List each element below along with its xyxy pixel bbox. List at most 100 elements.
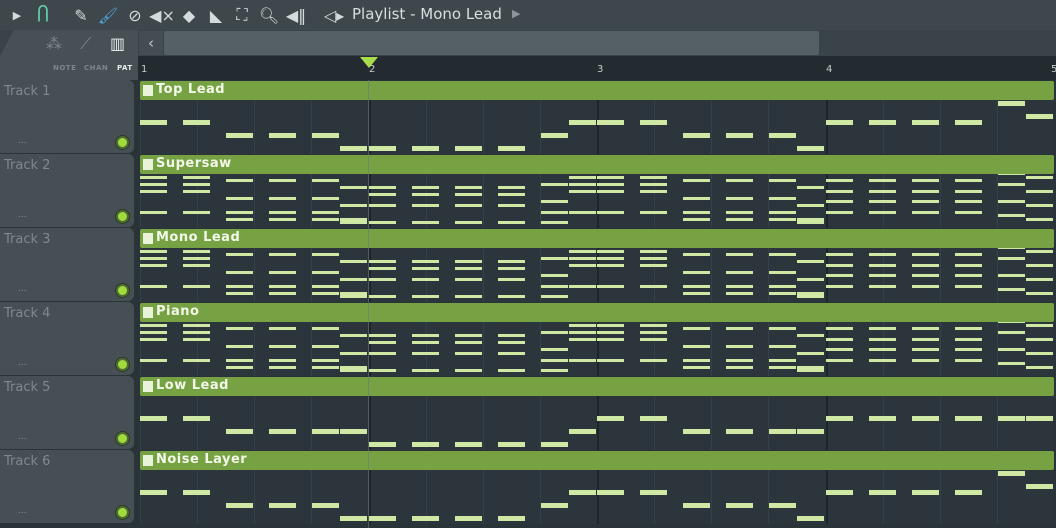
note [454, 351, 482, 355]
playhead-marker[interactable] [360, 57, 378, 68]
clip-name: Mono Lead [156, 230, 241, 245]
pattern-clip-header[interactable]: Low Lead [140, 377, 1054, 396]
track-menu-dots[interactable]: ... [18, 210, 27, 220]
grid-line [711, 248, 713, 302]
pattern-clip-header[interactable]: Top Lead [140, 81, 1054, 100]
track-menu-dots[interactable]: ... [18, 506, 27, 516]
note [140, 337, 167, 341]
track-header[interactable]: Track 6... [0, 450, 134, 523]
track-header[interactable]: Track 3... [0, 228, 134, 301]
note [140, 175, 167, 179]
note [597, 284, 624, 288]
note [568, 358, 596, 362]
mute-icon[interactable]: ◀× [149, 4, 175, 26]
track-header[interactable]: Track 2... [0, 154, 134, 227]
note [183, 256, 210, 260]
delete-icon[interactable]: ⊘ [124, 4, 146, 26]
note [140, 416, 167, 421]
note [954, 348, 982, 351]
track-menu-dots[interactable]: ... [18, 284, 27, 294]
note [497, 146, 525, 151]
note [997, 362, 1025, 365]
note [312, 327, 339, 330]
grid-line [197, 470, 199, 524]
note [340, 221, 367, 224]
pattern-clip-notes[interactable] [140, 100, 1054, 154]
note [825, 200, 853, 203]
track-enable-led[interactable] [116, 210, 129, 223]
horizontal-scrollbar[interactable] [164, 31, 819, 55]
pattern-clip-notes[interactable] [140, 174, 1054, 228]
track-header[interactable]: Track 1... [0, 80, 134, 153]
note [911, 120, 939, 125]
slice-icon[interactable]: ◣ [205, 4, 227, 26]
note [726, 291, 753, 295]
note [769, 253, 796, 256]
note [825, 263, 853, 267]
pencil-icon[interactable]: ✎ [70, 4, 92, 26]
tab-chan[interactable]: CHAN [84, 64, 108, 72]
track-enable-led[interactable] [116, 358, 129, 371]
pattern-clip-header[interactable]: Noise Layer [140, 451, 1054, 470]
note [340, 516, 367, 521]
pattern-clip-header[interactable]: Piano [140, 303, 1054, 322]
track-enable-led[interactable] [116, 432, 129, 445]
note [454, 260, 482, 263]
toolbar: ▶ Ⴖ ✎ 🖌 ⊘ ◀× ◆ ◣ ⛶ 🔍︎ ◀‖ ◁▸ Playlist - M… [0, 0, 1056, 30]
note [825, 210, 853, 214]
note [340, 277, 367, 281]
title-menu-arrow-icon[interactable]: ▶ [512, 7, 520, 20]
note [726, 253, 753, 256]
paint-brush-icon[interactable]: 🖌 [97, 4, 119, 26]
note [954, 490, 982, 495]
track-enable-led[interactable] [116, 284, 129, 297]
note [640, 337, 667, 341]
note [597, 323, 624, 327]
playback-icon[interactable]: ◀‖ [285, 4, 307, 26]
magnet-snap-icon[interactable]: Ⴖ [32, 4, 54, 26]
note [312, 196, 339, 200]
scroll-left-button[interactable]: ‹ [139, 31, 163, 55]
note [797, 334, 824, 337]
note [226, 365, 253, 369]
grid-line [882, 100, 884, 154]
note [183, 249, 210, 253]
note [340, 260, 367, 263]
track-header[interactable]: Track 5... [0, 376, 134, 449]
note [997, 200, 1025, 203]
speaker-icon[interactable]: ◁▸ [323, 4, 345, 26]
pattern-clip-header[interactable]: Mono Lead [140, 229, 1054, 248]
automation-icon[interactable]: ⟋ [80, 34, 91, 54]
tab-pat[interactable]: PAT [117, 64, 133, 72]
track-enable-led[interactable] [116, 506, 129, 519]
note [911, 416, 939, 421]
track-header[interactable]: Track 4... [0, 302, 134, 375]
note [226, 253, 253, 256]
note [597, 210, 624, 214]
track-menu-dots[interactable]: ... [18, 432, 27, 442]
note [312, 503, 339, 508]
note [954, 200, 982, 203]
zoom-icon[interactable]: 🔍︎ [258, 4, 280, 26]
grid-line [539, 470, 541, 524]
pattern-clip-notes[interactable] [140, 322, 1054, 376]
tab-note[interactable]: NOTE [53, 64, 76, 72]
pattern-clip-notes[interactable] [140, 470, 1054, 524]
pattern-clip-notes[interactable] [140, 248, 1054, 302]
pattern-clip-header[interactable]: Supersaw [140, 155, 1054, 174]
pattern-clip-notes[interactable] [140, 396, 1054, 450]
piano-keys-icon[interactable]: ▥ [110, 34, 125, 53]
track-enable-led[interactable] [116, 136, 129, 149]
note [997, 248, 1025, 249]
play-arrow-icon[interactable]: ▶ [6, 4, 28, 26]
waveform-icon[interactable]: ⁂ [46, 34, 62, 53]
slip-icon[interactable]: ◆ [178, 4, 200, 26]
note [769, 358, 796, 362]
note [540, 182, 568, 186]
track-menu-dots[interactable]: ... [18, 358, 27, 368]
select-icon[interactable]: ⛶ [231, 4, 253, 26]
track-menu-dots[interactable]: ... [18, 136, 27, 146]
note [911, 210, 939, 214]
note [454, 295, 482, 298]
grid-line [482, 100, 484, 154]
